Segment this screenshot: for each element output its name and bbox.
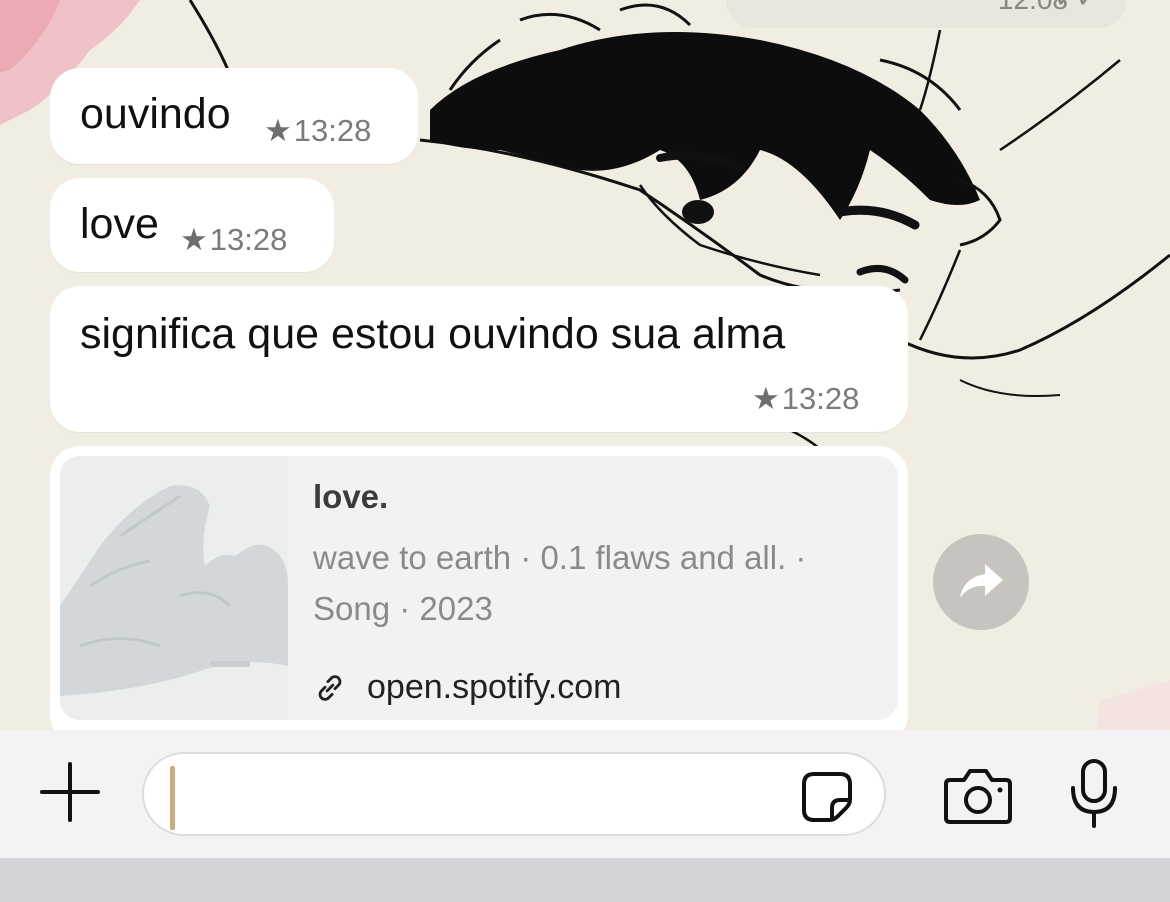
plus-icon[interactable] xyxy=(38,760,102,824)
message-meta: ★ 13:28 xyxy=(264,113,371,149)
star-icon: ★ xyxy=(264,113,292,148)
link-preview-card[interactable]: love. wave to earth · 0.1 flaws and all.… xyxy=(60,456,898,720)
message-input-bar xyxy=(0,730,1170,858)
message-text: love xyxy=(80,200,159,248)
microphone-icon[interactable] xyxy=(1068,758,1120,830)
camera-icon[interactable] xyxy=(942,766,1014,826)
text-cursor xyxy=(170,766,175,830)
link-icon xyxy=(318,674,342,701)
link-preview-domain-row[interactable]: open.spotify.com xyxy=(313,668,622,707)
sticker-icon[interactable] xyxy=(800,770,854,824)
link-preview-message-bubble[interactable]: love. wave to earth · 0.1 flaws and all.… xyxy=(50,446,908,746)
message-time: 13:28 xyxy=(209,222,288,257)
double-check-icon: ✓✓ xyxy=(1054,0,1098,14)
message-meta: ★ 13:28 xyxy=(180,222,287,258)
chat-screen: 12:08 ✓✓ ouvindo ★ 13:28 love ★ 13:28 si… xyxy=(0,0,1170,902)
message-input-field[interactable] xyxy=(142,752,886,836)
link-preview-domain: open.spotify.com xyxy=(367,668,622,706)
star-icon: ★ xyxy=(752,381,780,416)
message-time: 13:28 xyxy=(293,113,372,148)
forward-button[interactable] xyxy=(933,534,1029,630)
message-input[interactable] xyxy=(170,762,774,828)
keyboard-area xyxy=(0,858,1170,902)
message-time: 13:28 xyxy=(781,381,860,416)
link-preview-title: love. xyxy=(313,478,389,515)
outgoing-message-bubble[interactable]: 12:08 ✓✓ xyxy=(726,0,1126,28)
star-icon: ★ xyxy=(180,222,208,257)
forward-arrow-icon xyxy=(960,564,1003,598)
message-meta: ★ 13:28 xyxy=(752,381,859,417)
message-text: significa que estou ouvindo sua alma xyxy=(80,310,786,358)
message-text: ouvindo xyxy=(80,90,231,138)
link-preview-description: wave to earth · 0.1 flaws and all. · Son… xyxy=(313,539,807,627)
album-cover-thumbnail xyxy=(60,456,288,720)
